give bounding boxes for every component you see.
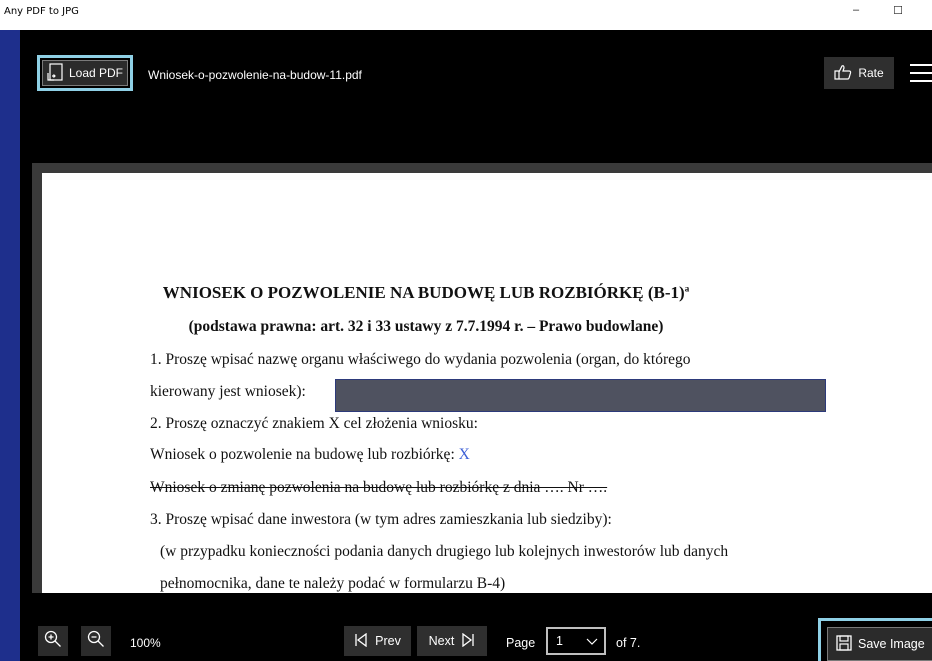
hamburger-menu-icon[interactable] [910, 64, 932, 82]
zoom-in-icon [44, 630, 62, 653]
next-label: Next [428, 634, 455, 648]
doc-line-3-text: Wniosek o pozwolenie na budowę lub rozbi… [150, 446, 459, 463]
zoom-out-button[interactable] [81, 626, 111, 656]
maximize-button[interactable]: ☐ [888, 4, 908, 20]
doc-line-1a: 1. Proszę wpisać nazwę organu właściwego… [150, 351, 691, 368]
rate-button[interactable]: Rate [824, 57, 894, 89]
doc-line-6: (w przypadku konieczności podania danych… [160, 543, 729, 560]
next-button[interactable]: Next [417, 626, 487, 656]
top-toolbar: Load PDF Wniosek-o-pozwolenie-na-budow-1… [20, 30, 932, 110]
save-image-label: Save Image [858, 637, 925, 651]
heading-text: WNIOSEK O POZWOLENIE NA BUDOWĘ LUB ROZBI… [162, 283, 685, 302]
doc-line-5: 3. Proszę wpisać dane inwestora (w tym a… [150, 511, 612, 528]
redacted-field [335, 379, 826, 412]
doc-line-4-struck: Wniosek o zmianę pozwolenia na budowę lu… [150, 479, 608, 496]
prev-button[interactable]: Prev [344, 626, 411, 656]
doc-line-7: pełnomocnika, dane te należy podać w for… [160, 575, 506, 592]
page-select[interactable]: 1 [546, 627, 606, 655]
rate-label: Rate [858, 66, 884, 80]
page-select-value: 1 [556, 634, 563, 648]
zoom-in-button[interactable] [38, 626, 68, 656]
save-image-button[interactable]: Save Image [818, 618, 932, 661]
doc-line-2: 2. Proszę oznaczyć znakiem X cel złożeni… [150, 415, 478, 432]
document-subheading: (podstawa prawna: art. 32 i 33 ustawy z … [188, 318, 664, 335]
load-pdf-button[interactable]: Load PDF [37, 55, 133, 91]
doc-line-3: Wniosek o pozwolenie na budowę lub rozbi… [150, 446, 470, 464]
prev-label: Prev [375, 634, 401, 648]
chevron-down-icon [586, 631, 598, 654]
pdf-page: WNIOSEK O POZWOLENIE NA BUDOWĘ LUB ROZBI… [42, 173, 932, 593]
doc-line-1b: kierowany jest wniosek): [150, 383, 306, 400]
bottom-toolbar: 100% Prev Next Page 1 of 7. Save Image [20, 610, 932, 661]
title-bar: Any PDF to JPG – ☐ [0, 0, 932, 30]
first-page-icon [354, 632, 368, 650]
load-file-icon [47, 62, 63, 84]
window-title: Any PDF to JPG [4, 6, 79, 17]
document-heading: WNIOSEK O POZWOLENIE NA BUDOWĘ LUB ROZBI… [42, 283, 810, 303]
heading-footnote: a [684, 283, 690, 294]
save-icon [836, 634, 852, 654]
thumbs-up-icon [834, 64, 852, 83]
x-mark: X [458, 446, 470, 463]
page-count: of 7. [616, 636, 641, 650]
zoom-out-icon [87, 630, 105, 653]
minimize-button[interactable]: – [846, 4, 866, 20]
zoom-level: 100% [130, 636, 161, 650]
app-window: Load PDF Wniosek-o-pozwolenie-na-budow-1… [20, 30, 932, 661]
load-pdf-label: Load PDF [68, 66, 124, 80]
page-label: Page [506, 636, 536, 650]
file-name: Wniosek-o-pozwolenie-na-budow-11.pdf [148, 68, 362, 82]
pdf-viewer[interactable]: WNIOSEK O POZWOLENIE NA BUDOWĘ LUB ROZBI… [32, 163, 932, 593]
last-page-icon [461, 632, 475, 650]
